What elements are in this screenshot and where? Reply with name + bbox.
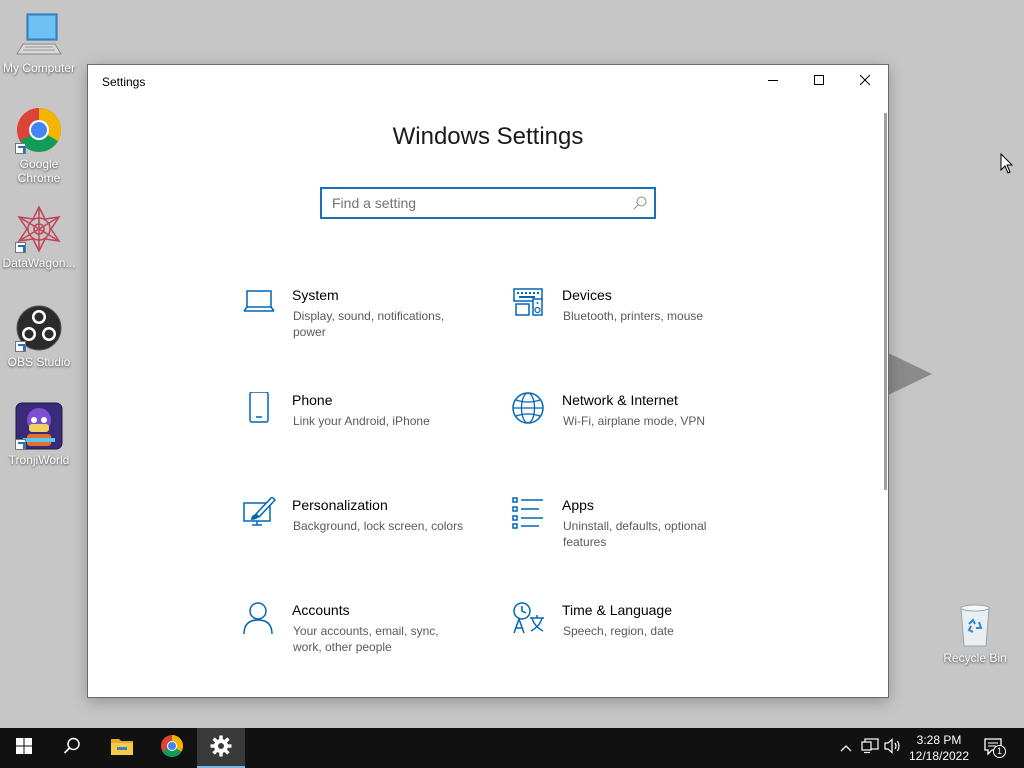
- chrome-taskbar-button[interactable]: [148, 728, 196, 768]
- tile-description: Uninstall, defaults, optional features: [563, 519, 707, 549]
- settings-gear-icon: [210, 735, 232, 762]
- monitor-icon: [15, 10, 63, 58]
- tile-title: Network & Internet: [562, 392, 678, 408]
- desktop-icon-datawagon[interactable]: DataWagon...: [1, 205, 77, 270]
- tile-title: Devices: [562, 287, 612, 303]
- desktop-icon-label: Recycle Bin: [943, 651, 1007, 665]
- desktop-icon-label: TronjiWorld: [8, 453, 70, 467]
- network-icon: [861, 737, 879, 759]
- desktop-icon-recycle-bin[interactable]: Recycle Bin: [937, 600, 1013, 665]
- taskbar: 3:28 PM 12/18/2022 1: [0, 728, 1024, 768]
- tile-description: Link your Android, iPhone: [293, 414, 430, 428]
- desktop-icon-tronjiworld[interactable]: TronjiWorld: [1, 402, 77, 467]
- search-icon[interactable]: [632, 195, 648, 211]
- tray-network[interactable]: [858, 728, 882, 768]
- close-button[interactable]: [842, 65, 888, 99]
- tile-title: Phone: [292, 392, 333, 408]
- action-center-icon: 1: [984, 738, 1006, 758]
- desktop-icon-label: DataWagon...: [2, 256, 76, 270]
- desktop-icon-google-chrome[interactable]: Google Chrome: [1, 106, 77, 185]
- person-icon: [242, 602, 278, 638]
- tile-phone[interactable]: Phone Link your Android, iPhone: [242, 391, 472, 462]
- phone-icon: [242, 391, 278, 428]
- file-explorer-icon: [110, 736, 134, 761]
- globe-icon: [512, 392, 548, 428]
- tile-description: Bluetooth, printers, mouse: [563, 309, 704, 323]
- tray-show-hidden[interactable]: [836, 728, 856, 768]
- start-icon: [16, 737, 32, 759]
- tile-system[interactable]: System Display, sound, notifications, po…: [242, 287, 472, 357]
- title-bar[interactable]: Settings: [88, 65, 888, 99]
- maximize-button[interactable]: [796, 65, 842, 99]
- page-title: Windows Settings: [392, 123, 584, 150]
- tile-accounts[interactable]: Accounts Your accounts, email, sync, wor…: [242, 602, 472, 672]
- settings-window: Settings Windows Settings Find a setting…: [87, 64, 889, 698]
- maximize-icon: [813, 73, 825, 91]
- tile-time-language[interactable]: Time & Language Speech, region, date: [512, 602, 742, 672]
- tile-description: Speech, region, date: [563, 624, 674, 638]
- desktop-icon-my-computer[interactable]: My Computer: [1, 10, 77, 75]
- minimize-button[interactable]: [750, 65, 796, 99]
- recycle-bin-icon: [951, 600, 999, 648]
- tile-title: Personalization: [292, 497, 388, 513]
- desktop-icon-label: OBS Studio: [7, 355, 71, 369]
- start-button[interactable]: [0, 728, 48, 768]
- tile-description: Background, lock screen, colors: [293, 519, 464, 533]
- chrome-icon: [15, 106, 63, 154]
- chrome-icon: [160, 734, 184, 763]
- tile-description: Display, sound, notifications, power: [293, 309, 445, 339]
- search-input[interactable]: [322, 189, 622, 217]
- apps-list-icon: [512, 497, 548, 533]
- keyboard-speaker-icon: [512, 287, 548, 323]
- desktop-icon-label: My Computer: [2, 61, 76, 75]
- clock-time: 3:28 PM: [916, 733, 962, 747]
- time-language-icon: [512, 602, 548, 638]
- tile-title: Accounts: [292, 602, 350, 618]
- clock-date: 12/18/2022: [908, 749, 970, 763]
- desktop-shadow-shape: [886, 352, 932, 396]
- desktop-icon-obs-studio[interactable]: OBS Studio: [1, 304, 77, 369]
- scrollbar-thumb[interactable]: [884, 113, 887, 490]
- tile-devices[interactable]: Devices Bluetooth, printers, mouse: [512, 287, 742, 357]
- action-center-button[interactable]: 1: [978, 728, 1012, 768]
- volume-icon: [884, 737, 902, 759]
- tronjiworld-icon: [15, 402, 63, 450]
- desktop-icon-label: Google Chrome: [17, 157, 61, 185]
- minimize-icon: [767, 73, 779, 91]
- search-icon: [63, 737, 81, 760]
- notification-count-badge: 1: [993, 745, 1006, 758]
- tile-description: Your accounts, email, sync, work, other …: [293, 624, 439, 654]
- mouse-cursor-icon: [1000, 152, 1014, 180]
- tile-personalization[interactable]: Personalization Background, lock screen,…: [242, 495, 472, 567]
- tile-title: Apps: [562, 497, 594, 513]
- file-explorer-button[interactable]: [98, 728, 146, 768]
- tile-network-internet[interactable]: Network & Internet Wi-Fi, airplane mode,…: [512, 392, 742, 462]
- datawagon-icon: [15, 205, 63, 253]
- paint-brush-icon: [242, 495, 278, 533]
- settings-taskbar-button[interactable]: [197, 728, 245, 768]
- tile-title: System: [292, 287, 339, 303]
- tile-title: Time & Language: [562, 602, 672, 618]
- taskbar-search-button[interactable]: [48, 728, 96, 768]
- tile-description: Wi-Fi, airplane mode, VPN: [563, 414, 706, 428]
- tile-apps[interactable]: Apps Uninstall, defaults, optional featu…: [512, 497, 742, 567]
- close-icon: [859, 73, 871, 91]
- chevron-up-icon: [840, 739, 852, 757]
- tray-volume[interactable]: [882, 728, 904, 768]
- laptop-icon: [242, 287, 278, 323]
- taskbar-clock[interactable]: 3:28 PM 12/18/2022: [904, 732, 974, 764]
- search-box[interactable]: [320, 187, 656, 219]
- obs-icon: [15, 304, 63, 352]
- window-title: Settings: [102, 75, 146, 89]
